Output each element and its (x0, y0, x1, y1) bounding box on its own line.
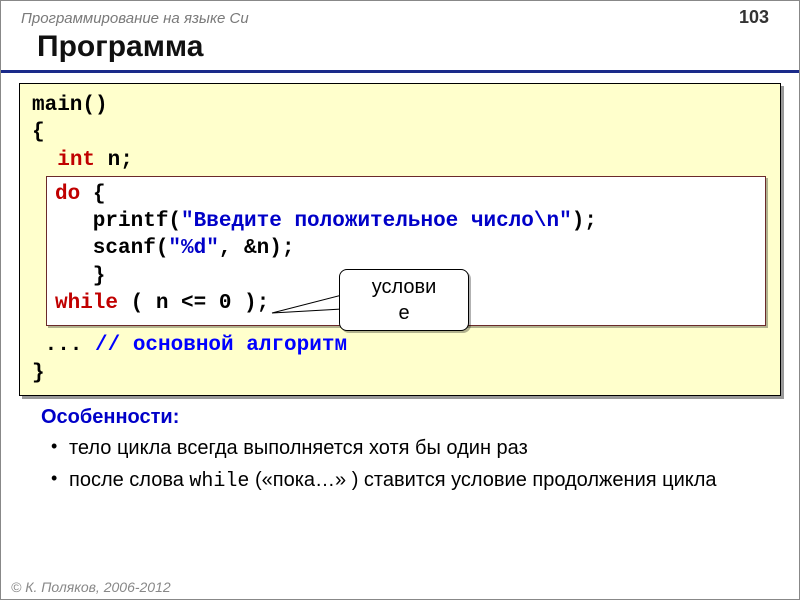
code-line: scanf("%d", &n); (55, 235, 757, 262)
comment: // основной алгоритм (95, 334, 347, 357)
code-line: do { (55, 181, 757, 208)
code-line: int n; (32, 147, 768, 174)
keyword-while: while (55, 292, 118, 315)
code-line: ... // основной алгоритм (32, 332, 768, 359)
features-heading: Особенности: (41, 406, 769, 429)
page-number: 103 (739, 7, 769, 28)
features-list: тело цикла всегда выполняется хотя бы од… (41, 435, 769, 495)
course-title: Программирование на языке Си (21, 10, 249, 27)
loop-code-box: do { printf("Введите положительное число… (46, 176, 766, 326)
list-item: после слова while («пока…» ) ставится ус… (69, 467, 769, 495)
slide-title: Программа (1, 28, 799, 73)
keyword-do: do (55, 183, 80, 206)
code-line: { (32, 119, 768, 146)
list-item: тело цикла всегда выполняется хотя бы од… (69, 435, 769, 461)
callout-condition: услови е (339, 269, 469, 331)
code-line: } (32, 360, 768, 387)
features-section: Особенности: тело цикла всегда выполняет… (41, 406, 769, 495)
code-line: printf("Введите положительное число\n"); (55, 208, 757, 235)
string-literal: "Введите положительное число\n" (181, 210, 572, 233)
code-block: main() { int n; do { printf("Введите пол… (19, 83, 781, 396)
copyright: © К. Поляков, 2006-2012 (11, 579, 171, 595)
slide-header: Программирование на языке Си 103 (1, 1, 799, 28)
mono-while: while (189, 470, 249, 493)
keyword-int: int (57, 149, 95, 172)
string-literal: "%d" (168, 237, 218, 260)
code-line: main() (32, 92, 768, 119)
